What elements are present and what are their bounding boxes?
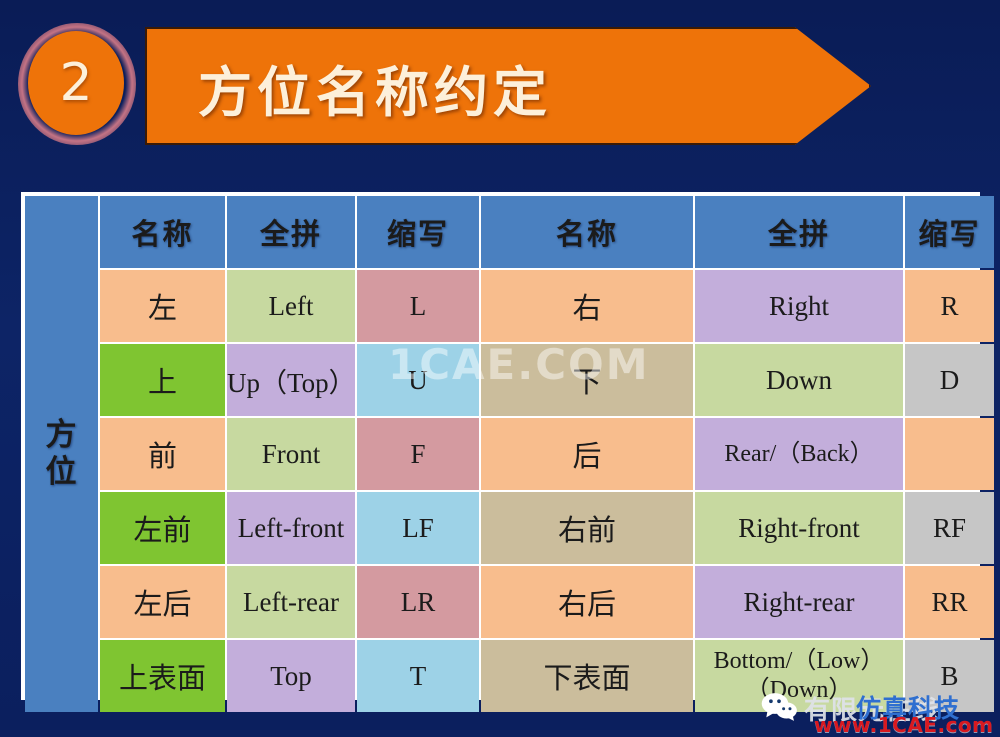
- cell-full-left: Up（Top）: [227, 344, 356, 416]
- cell-name-right: 下: [481, 344, 693, 416]
- cell-abbr-left: F: [357, 418, 479, 490]
- table-row: 左后 Left-rear LR 右后 Right-rear RR: [25, 566, 994, 638]
- cell-full-right: Down: [695, 344, 903, 416]
- table-row: 左 Left L 右 Right R: [25, 270, 994, 342]
- column-header-abbr-left: 缩写: [357, 196, 479, 268]
- wechat-icon: [761, 693, 797, 721]
- cell-abbr-left: U: [357, 344, 479, 416]
- brand-watermark: 有限元在线 仿真科技 www.1CAE.com: [760, 690, 1000, 737]
- cell-name-right: 后: [481, 418, 693, 490]
- table-header-row: 方 位 名称 全拼 缩写 名称 全拼 缩写: [25, 196, 994, 712]
- column-header-name-left: 名称: [100, 196, 225, 268]
- direction-table: 方 位 名称 全拼 缩写 名称 全拼 缩写 左 Left L 右 Right R…: [21, 192, 994, 712]
- cell-abbr-right: R: [905, 270, 994, 342]
- cell-name-left: 左: [100, 270, 225, 342]
- row-group-label-char-1: 方: [45, 417, 78, 453]
- cell-abbr-left: T: [357, 640, 479, 712]
- row-group-label-char-2: 位: [45, 454, 78, 489]
- cell-full-right: Right-rear: [695, 566, 903, 638]
- brand-url: www.1CAE.com: [814, 713, 994, 737]
- cell-name-right: 右: [481, 270, 693, 342]
- cell-abbr-right: RF: [905, 492, 994, 564]
- cell-full-left: Front: [227, 418, 355, 490]
- cell-name-right: 下表面: [481, 640, 693, 712]
- cell-name-left: 左后: [100, 566, 225, 638]
- slide-header: 方位名称约定 2: [0, 0, 1000, 168]
- row-group-label: 方 位: [25, 196, 98, 712]
- slide-canvas: 方位名称约定 2 方 位 名称 全拼 缩写 名称 全拼 缩写 左 Left L …: [0, 0, 1000, 737]
- cell-abbr-right: [905, 418, 994, 490]
- table-grid: 方 位 名称 全拼 缩写 名称 全拼 缩写 左 Left L 右 Right R…: [23, 194, 996, 714]
- table-row: 前 Front F 后 Rear/（Back）: [25, 418, 994, 490]
- cell-abbr-left: L: [357, 270, 479, 342]
- cell-full-left: Left-rear: [227, 566, 355, 638]
- table-row: 上 Up（Top） U 下 Down D: [25, 344, 994, 416]
- cell-name-left: 前: [100, 418, 225, 490]
- column-header-name-right: 名称: [481, 196, 693, 268]
- cell-name-right: 右前: [481, 492, 693, 564]
- cell-full-right: Right: [695, 270, 903, 342]
- cell-full-left: Top: [227, 640, 355, 712]
- cell-abbr-left: LR: [357, 566, 479, 638]
- cell-name-left: 上表面: [100, 640, 225, 712]
- column-header-abbr-right: 缩写: [905, 196, 994, 268]
- column-header-full-left: 全拼: [227, 196, 355, 268]
- page-title: 方位名称约定: [198, 60, 552, 124]
- section-number-badge: 2: [28, 31, 124, 135]
- cell-abbr-right: RR: [905, 566, 994, 638]
- table-row: 左前 Left-front LF 右前 Right-front RF: [25, 492, 994, 564]
- cell-full-right: Rear/（Back）: [695, 418, 903, 490]
- cell-abbr-right: D: [905, 344, 994, 416]
- cell-abbr-left: LF: [357, 492, 479, 564]
- cell-full-left: Left-front: [227, 492, 355, 564]
- cell-name-right: 右后: [481, 566, 693, 638]
- cell-name-left: 上: [100, 344, 225, 416]
- cell-full-left: Left: [227, 270, 355, 342]
- cell-name-left: 左前: [100, 492, 225, 564]
- cell-full-right: Right-front: [695, 492, 903, 564]
- column-header-full-right: 全拼: [695, 196, 903, 268]
